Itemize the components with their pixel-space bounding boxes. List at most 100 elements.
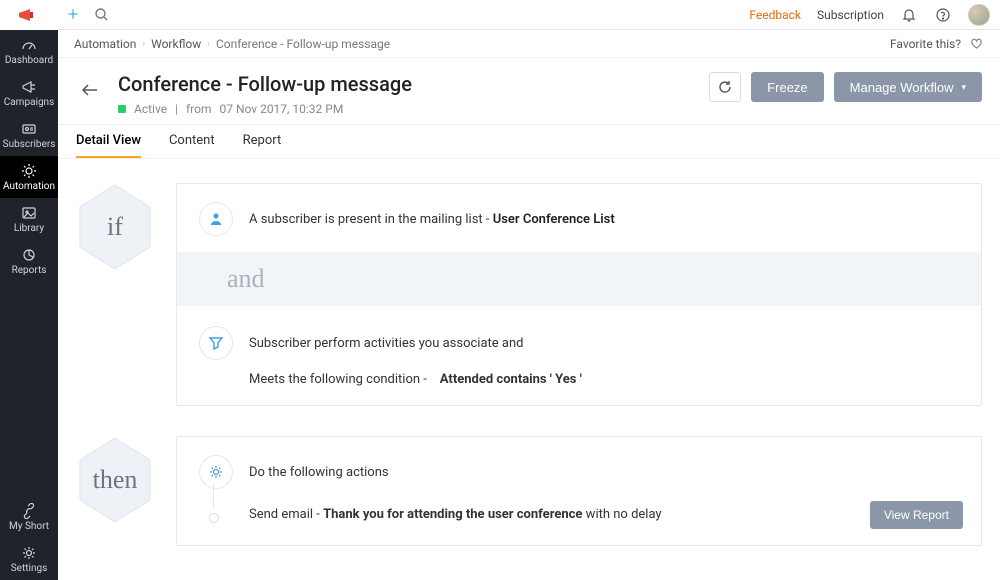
gear-icon (208, 464, 224, 480)
condition-expr: Attended contains ' Yes ' (440, 372, 582, 387)
favorite-label[interactable]: Favorite this? (890, 37, 961, 51)
from-value: 07 Nov 2017, 10:32 PM (220, 102, 344, 116)
person-icon (208, 211, 224, 227)
crumb-sep: › (207, 39, 210, 49)
megaphone-icon (21, 79, 37, 95)
if-label: if (107, 212, 123, 242)
crumb-automation[interactable]: Automation (74, 37, 136, 51)
page-title: Conference - Follow-up message (118, 72, 412, 96)
condition-title: Subscriber perform activities you associ… (249, 336, 524, 351)
if-hexagon: if (76, 183, 154, 271)
nav-myshort[interactable]: My Short (0, 496, 58, 538)
trigger-text: A subscriber is present in the mailing l… (249, 212, 615, 227)
action-title: Do the following actions (249, 465, 389, 480)
feedback-link[interactable]: Feedback (749, 8, 801, 22)
refresh-button[interactable] (709, 72, 741, 102)
chevron-down-icon: ▾ (961, 82, 966, 93)
tabs: Detail View Content Report (58, 125, 1000, 159)
refresh-icon (718, 80, 732, 94)
nav-label: Automation (3, 181, 55, 192)
then-hexagon: then (76, 436, 154, 524)
nav-label: Reports (12, 265, 47, 276)
nav-subscribers[interactable]: Subscribers (0, 114, 58, 156)
condition-row: Subscriber perform activities you associ… (199, 326, 959, 360)
nav-settings[interactable]: Settings (0, 538, 58, 580)
topbar: + Feedback Subscription (58, 0, 1000, 30)
gear-icon (21, 545, 37, 561)
nav-label: Subscribers (3, 139, 56, 150)
arrow-left-icon (81, 83, 99, 97)
search-button[interactable] (92, 6, 110, 24)
view-report-button[interactable]: View Report (870, 501, 963, 529)
help-button[interactable] (934, 6, 952, 24)
action-email-name: Thank you for attending the user confere… (323, 507, 582, 522)
notifications-button[interactable] (900, 6, 918, 24)
megaphone-icon (18, 7, 40, 23)
back-button[interactable] (76, 76, 104, 104)
manage-workflow-button[interactable]: Manage Workflow ▾ (834, 72, 982, 102)
tab-content[interactable]: Content (169, 125, 215, 158)
nav-label: My Short (9, 521, 49, 532)
subscription-link[interactable]: Subscription (817, 8, 884, 22)
btn-label: View Report (884, 508, 949, 522)
search-icon (94, 7, 109, 22)
nav-campaigns[interactable]: Campaigns (0, 72, 58, 114)
gear-icon (21, 163, 37, 179)
status-text: Active (134, 102, 167, 116)
nav-label: Dashboard (5, 55, 53, 66)
heart-icon (969, 36, 984, 51)
action-step: Send email - Thank you for attending the… (249, 507, 959, 522)
meta-sep: | (175, 102, 178, 116)
from-label: from (186, 102, 212, 116)
nav-label: Settings (11, 563, 48, 574)
trigger-list-name: User Conference List (493, 212, 615, 227)
workflow-canvas: if A subscriber is present in the mailin… (58, 159, 1000, 580)
nav-label: Campaigns (4, 97, 55, 108)
subscriber-icon-container (199, 202, 233, 236)
tab-detail-view[interactable]: Detail View (76, 125, 141, 158)
crumb-sep: › (142, 39, 145, 49)
user-avatar[interactable] (968, 4, 990, 26)
then-label: then (93, 465, 138, 495)
card-icon (21, 121, 37, 137)
pie-icon (21, 247, 37, 263)
nav-label: Library (14, 223, 44, 234)
link-icon (21, 503, 37, 519)
status-indicator (118, 105, 126, 113)
condition-pre: Meets the following condition - (249, 372, 430, 387)
trigger-row: A subscriber is present in the mailing l… (199, 202, 959, 236)
filter-icon-container (199, 326, 233, 360)
and-label: and (227, 264, 265, 294)
nav-dashboard[interactable]: Dashboard (0, 30, 58, 72)
page-header: Conference - Follow-up message Active | … (58, 58, 1000, 125)
crumb-workflow[interactable]: Workflow (151, 37, 201, 51)
add-button[interactable]: + (68, 4, 78, 25)
sidebar: Dashboard Campaigns Subscribers Automati… (0, 0, 58, 580)
funnel-icon (208, 335, 224, 351)
action-icon-container (199, 455, 233, 489)
app-logo[interactable] (0, 0, 58, 30)
then-card: Do the following actions Send email - Th… (176, 436, 982, 546)
nav-library[interactable]: Library (0, 198, 58, 240)
condition-detail: Meets the following condition - Attended… (249, 372, 959, 387)
nav-automation[interactable]: Automation (0, 156, 58, 198)
if-card: A subscriber is present in the mailing l… (176, 183, 982, 406)
breadcrumb-bar: Automation › Workflow › Conference - Fol… (58, 30, 1000, 58)
and-band: and (177, 252, 981, 306)
btn-label: Manage Workflow (850, 80, 954, 95)
help-icon (935, 7, 951, 23)
action-pre: Send email - (249, 507, 323, 522)
crumb-current: Conference - Follow-up message (216, 37, 390, 51)
image-icon (21, 205, 37, 221)
bell-icon (901, 7, 917, 23)
freeze-button[interactable]: Freeze (751, 72, 823, 102)
nav-reports[interactable]: Reports (0, 240, 58, 282)
trigger-pre: A subscriber is present in the mailing l… (249, 212, 493, 227)
then-block: then Do the following actions Send email… (76, 436, 982, 546)
gauge-icon (21, 37, 37, 53)
if-block: if A subscriber is present in the mailin… (76, 183, 982, 406)
favorite-button[interactable] (969, 36, 984, 51)
tab-report[interactable]: Report (243, 125, 282, 158)
action-suffix: with no delay (582, 507, 661, 522)
btn-label: Freeze (767, 80, 807, 95)
